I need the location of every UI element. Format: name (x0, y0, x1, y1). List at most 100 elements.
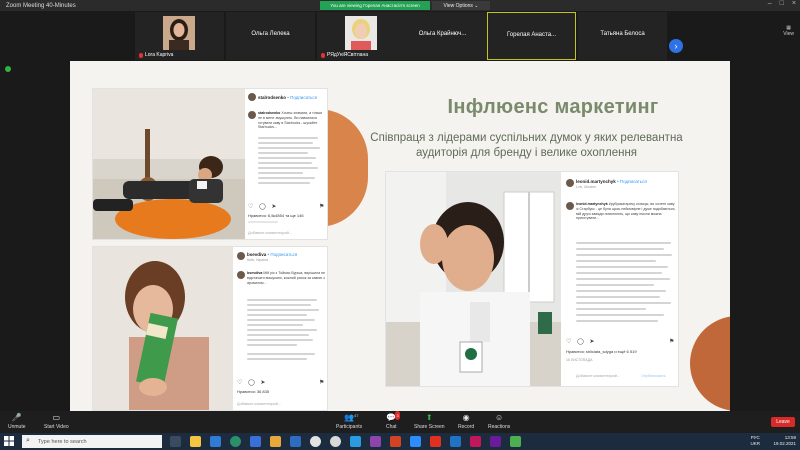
start-video-button[interactable]: ▭ Start Video (44, 413, 69, 430)
text-line (576, 272, 662, 274)
post-action-icons[interactable]: ♡ ◯ ➤ (237, 379, 267, 386)
powerpoint-icon[interactable] (390, 436, 401, 447)
task-view-icon[interactable] (170, 436, 181, 447)
edge-icon[interactable] (230, 436, 241, 447)
bookmark-icon[interactable]: ⚑ (669, 338, 674, 345)
app-icon[interactable] (510, 436, 521, 447)
post-sidebar: leonid.martynchyk • Подписаться Lviv, Uk… (561, 172, 678, 386)
telegram-icon[interactable] (350, 436, 361, 447)
app-icon[interactable] (450, 436, 461, 447)
participant-name: Lora Kapriva (145, 52, 174, 58)
taskbar-search-input[interactable]: ⌕ Type here to search (22, 435, 162, 448)
text-line (258, 172, 303, 174)
viber-icon[interactable] (370, 436, 381, 447)
word-icon[interactable] (290, 436, 301, 447)
participant-name: Ольга Лелека (251, 31, 290, 37)
leave-button[interactable]: Leave (771, 417, 795, 427)
view-button[interactable]: ▦ View (783, 25, 794, 37)
participants-button[interactable]: 👥 Participants 47 (336, 413, 362, 430)
participant-footer: РЯдУніЯСвітлана (321, 52, 368, 58)
window-controls: – □ × (768, 0, 796, 7)
system-clock[interactable]: 13:59 19.02.2021 (773, 435, 796, 447)
instagram-post: leonid.martynchyk • Подписаться Lviv, Uk… (385, 171, 679, 387)
text-line (258, 142, 313, 144)
language-indicator[interactable]: РУС UKR (750, 435, 760, 447)
post-location: Київ, Україна (247, 258, 269, 262)
comment-input[interactable]: Добавьте комментарий... (248, 231, 292, 235)
chrome-icon[interactable] (310, 436, 321, 447)
participant-name: Горелая Анаста... (506, 32, 557, 38)
text-line (258, 157, 316, 159)
decorative-shape (690, 316, 730, 411)
share-screen-label: Share Screen (414, 424, 445, 430)
post-action-icons[interactable]: ♡ ◯ ➤ (248, 203, 278, 210)
comment-input[interactable]: Добавьте комментарий... (576, 374, 620, 378)
post-action-icons[interactable]: ♡ ◯ ➤ (566, 338, 596, 345)
next-page-button[interactable]: › (669, 39, 683, 53)
chrome-profile-icon[interactable] (330, 436, 341, 447)
bookmark-icon[interactable]: ⚑ (319, 203, 324, 210)
app-icon[interactable] (490, 436, 501, 447)
post-date: 16 ЛИСТОПАДА (566, 358, 593, 362)
participant-footer: Lora Kapriva (139, 52, 173, 58)
unmute-button[interactable]: 🎤 Unmute (8, 413, 26, 430)
chevron-down-icon: ⌄ (474, 2, 479, 9)
post-username[interactable]: stalrodsenko • Подписаться (258, 95, 317, 100)
username-text: leonid.martynchyk (576, 179, 616, 184)
text-line (247, 339, 313, 341)
file-explorer-icon[interactable] (190, 436, 201, 447)
reactions-button[interactable]: ☺ Reactions (488, 413, 510, 430)
search-icon: ⌕ (26, 437, 30, 444)
participant-tile[interactable]: Татьяна Белоса (578, 12, 667, 60)
windows-start-icon[interactable] (4, 436, 14, 446)
store-icon[interactable] (210, 436, 221, 447)
comment-input[interactable]: Добавьте комментарий... (237, 402, 281, 406)
app-icon[interactable] (470, 436, 481, 447)
avatar (237, 252, 245, 260)
username-text: bsevdiva (247, 252, 267, 257)
app-icon[interactable] (270, 436, 281, 447)
text-line (258, 177, 315, 179)
minimize-icon[interactable]: – (768, 0, 772, 7)
view-options-button[interactable]: View Options ⌄ (432, 1, 490, 10)
publish-button[interactable]: Опубликовать (641, 374, 666, 378)
participant-tile-active-speaker[interactable]: Горелая Анаста... (487, 12, 576, 60)
participants-icon: 👥 (344, 413, 355, 422)
chat-badge: 3 (395, 411, 401, 420)
follow-link[interactable]: • Подписаться (287, 95, 317, 100)
maximize-icon[interactable]: □ (780, 0, 784, 7)
text-line (247, 319, 315, 321)
share-screen-button[interactable]: ⬆ Share Screen (414, 413, 445, 430)
participant-tile[interactable]: Lora Kapriva (135, 12, 224, 60)
zoom-icon[interactable] (410, 436, 421, 447)
participant-name: РЯдУніЯСвітлана (327, 52, 368, 58)
chat-button[interactable]: 💬 3 Chat (386, 411, 401, 430)
text-line (258, 147, 320, 149)
text-line (247, 334, 309, 336)
mail-icon[interactable] (250, 436, 261, 447)
follow-link[interactable]: • Подписаться (268, 252, 298, 257)
participant-tile[interactable]: РЯдУніЯСвітлана (317, 12, 406, 60)
post-caption: leonid.martynchyk #рубрикагарячу копицы,… (576, 202, 676, 221)
caption-username: leonid.martynchyk (576, 202, 608, 206)
bookmark-icon[interactable]: ⚑ (319, 379, 324, 386)
text-line (576, 242, 671, 244)
reactions-icon: ☺ (495, 413, 504, 422)
acrobat-icon[interactable] (430, 436, 441, 447)
record-button[interactable]: ◉ Record (458, 413, 474, 430)
caption-username: stalrodsenko (258, 111, 281, 115)
reactions-label: Reactions (488, 424, 511, 430)
participant-tile[interactable]: Ольга Лелека (226, 12, 315, 60)
text-line (576, 320, 658, 322)
text-line (576, 278, 670, 280)
start-video-label: Start Video (44, 424, 69, 430)
post-username[interactable]: leonid.martynchyk • Подписаться (576, 179, 647, 184)
text-line (247, 304, 311, 306)
text-line (258, 137, 318, 139)
encryption-shield-icon[interactable] (5, 66, 11, 72)
post-username[interactable]: bsevdiva • Подписаться (247, 252, 297, 257)
participant-tile[interactable]: Ольга Крайнюч... (398, 12, 487, 60)
follow-link[interactable]: • Подписаться (617, 179, 647, 184)
username-text: stalrodsenko (258, 95, 287, 100)
close-icon[interactable]: × (792, 0, 796, 7)
